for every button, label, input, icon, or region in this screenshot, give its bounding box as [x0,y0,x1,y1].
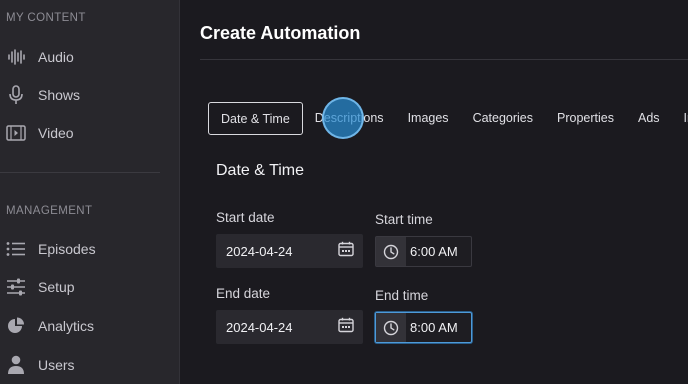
sidebar: MY CONTENT Audio Shows Video MANAGEMENT … [0,0,180,384]
list-icon [6,239,26,259]
start-date-label: Start date [216,210,275,225]
sidebar-item-audio[interactable]: Audio [0,42,180,72]
sidebar-item-label: Audio [38,49,74,65]
tab-ads[interactable]: Ads [626,102,672,135]
pie-chart-icon [6,316,26,336]
sidebar-item-shows[interactable]: Shows [0,80,180,110]
start-time-value: 6:00 AM [410,244,458,259]
user-icon [6,355,26,375]
video-icon [6,123,26,143]
tab-images[interactable]: Images [396,102,461,135]
sidebar-item-episodes[interactable]: Episodes [0,234,180,264]
tab-descriptions[interactable]: Descriptions [303,102,396,135]
start-date-field[interactable]: 2024-04-24 [216,234,363,268]
end-time-field[interactable]: 8:00 AM [375,312,472,343]
end-date-value: 2024-04-24 [226,319,293,335]
end-date-label: End date [216,286,271,301]
sidebar-item-label: Episodes [38,241,96,257]
microphone-icon [6,85,26,105]
end-time-label: End time [375,288,429,303]
sidebar-item-users[interactable]: Users [0,350,180,380]
sidebar-item-setup[interactable]: Setup [0,272,180,302]
tab-categories[interactable]: Categories [461,102,545,135]
clock-icon[interactable] [376,237,406,266]
end-date-field[interactable]: 2024-04-24 [216,310,363,344]
sidebar-item-label: Analytics [38,318,95,334]
start-date-value: 2024-04-24 [226,243,293,259]
section-label-my-content: MY CONTENT [6,12,86,24]
waveform-icon [6,47,26,67]
sidebar-item-label: Users [38,357,75,373]
section-title: Date & Time [216,162,305,179]
calendar-icon[interactable] [338,241,354,262]
end-time-value: 8:00 AM [410,320,458,335]
tab-date-time[interactable]: Date & Time [208,101,303,135]
calendar-icon[interactable] [338,317,354,338]
sidebar-item-video[interactable]: Video [0,118,180,148]
tab-bar: Date & Time Descriptions Images Categori… [208,101,688,135]
start-time-label: Start time [375,212,433,227]
sidebar-item-label: Video [38,125,74,141]
section-label-management: MANAGEMENT [6,205,93,217]
start-time-field[interactable]: 6:00 AM [375,236,472,267]
sidebar-divider [0,172,160,173]
sliders-icon [6,277,26,297]
page-title: Create Automation [200,23,361,43]
clock-icon[interactable] [376,313,406,342]
sidebar-item-label: Setup [38,279,75,295]
tab-integrations[interactable]: Int [672,102,688,135]
sidebar-item-label: Shows [38,87,81,103]
sidebar-item-analytics[interactable]: Analytics [0,311,180,341]
header-divider [200,59,688,60]
tab-properties[interactable]: Properties [545,102,626,135]
